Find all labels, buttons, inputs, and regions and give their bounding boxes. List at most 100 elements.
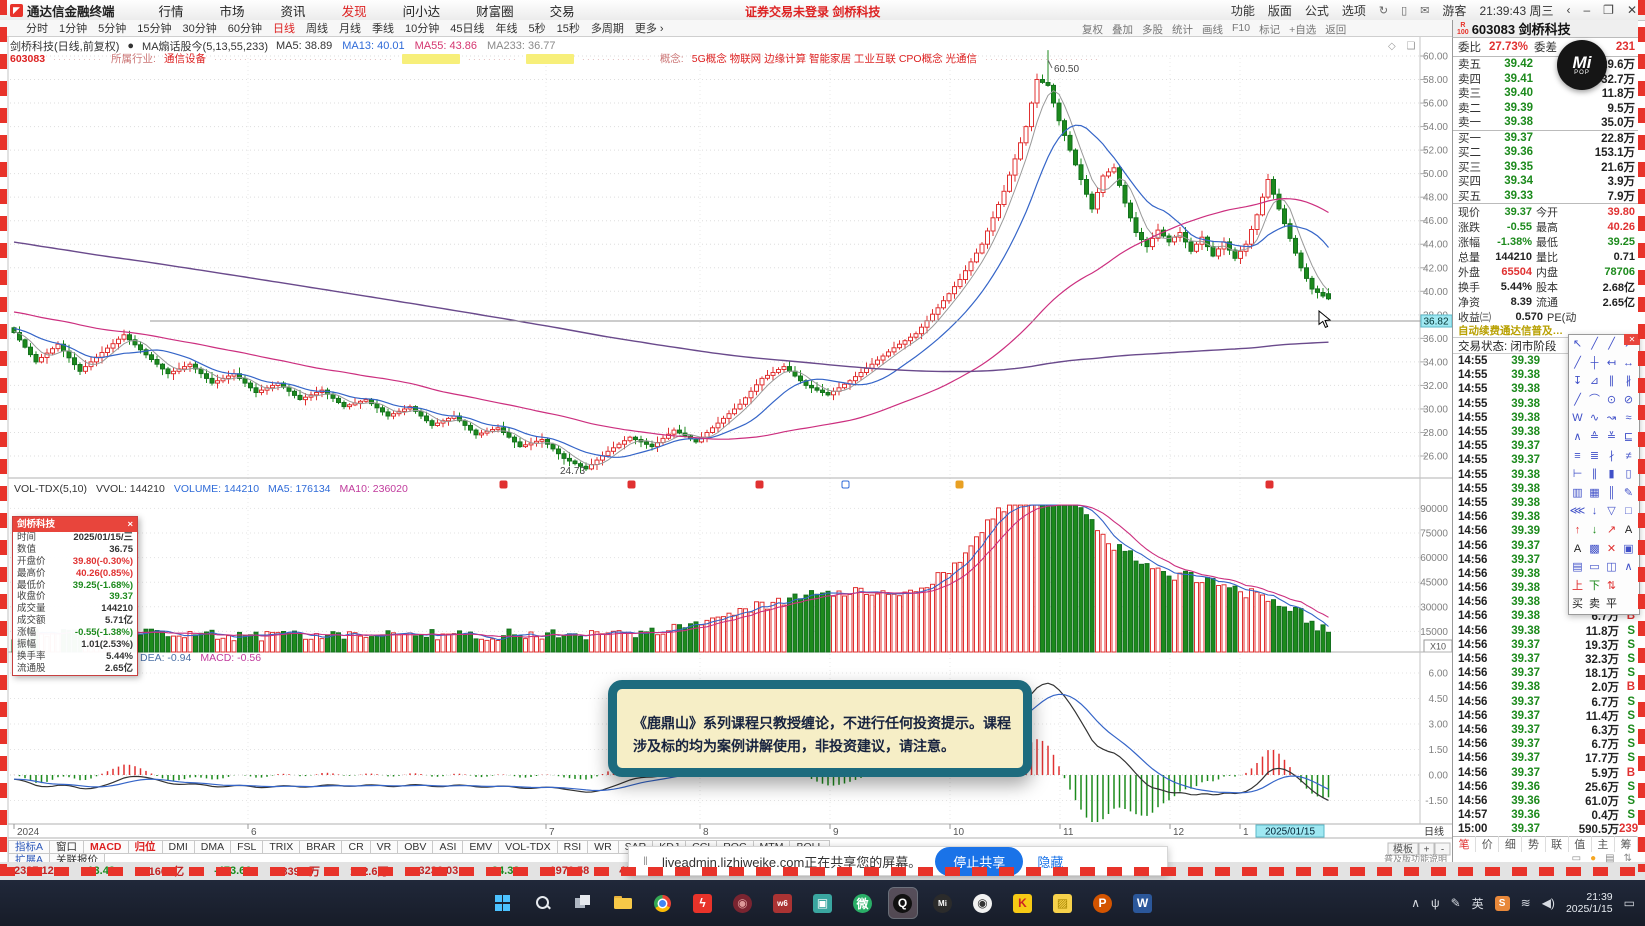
drawing-tool-icon[interactable]: ╱ [1569, 391, 1586, 410]
ask-row[interactable]: 卖四 39.41 32.7万 [1453, 72, 1638, 87]
ask-row[interactable]: 卖五 39.42 29.6万 [1453, 57, 1638, 72]
bid-row[interactable]: 买三 39.35 21.6万 [1453, 160, 1638, 175]
taskbar-icon-app-p[interactable]: P [1089, 888, 1117, 918]
taskbar-icon-app-darkred[interactable]: ◉ [729, 888, 757, 918]
drawing-tool-icon[interactable]: 卖 [1586, 595, 1603, 614]
indicator-tab-EMV[interactable]: EMV [463, 840, 500, 854]
taskbar-icon-wps[interactable]: w6 [769, 888, 797, 918]
taskbar-icon-camera[interactable]: ◉ [969, 888, 997, 918]
indicator-tab-DMI[interactable]: DMI [162, 840, 195, 854]
hide-share-link[interactable]: 隐藏 [1037, 852, 1063, 871]
drawing-tool-icon[interactable]: 上 [1569, 577, 1586, 596]
indicator-tab-DMA[interactable]: DMA [194, 840, 232, 854]
drawing-tool-icon[interactable]: ╱ [1569, 354, 1586, 373]
indicator-tab-指标A[interactable]: 指标A [8, 840, 51, 854]
drawing-tool-icon[interactable]: ↗ [1603, 521, 1620, 540]
drawing-tool-icon[interactable]: ╱ [1603, 335, 1620, 354]
drawing-tool-icon[interactable]: ╱ [1586, 335, 1603, 354]
drawing-tool-icon[interactable]: ⊢ [1569, 465, 1586, 484]
taskbar-icon-file-explorer[interactable] [609, 888, 637, 918]
taskbar-icon-chrome[interactable] [649, 888, 677, 918]
drawing-tool-icon[interactable]: ┼ [1586, 354, 1603, 373]
chart-canvas[interactable]: 60.00 58.00 56.00 54.00 52.00 50.00 48.00 46.00… [0, 0, 1645, 926]
drawing-tool-icon[interactable]: ⊙ [1603, 391, 1620, 410]
taskbar-icon-word[interactable]: W [1129, 888, 1157, 918]
indicator-tab-CR[interactable]: CR [342, 840, 371, 854]
quote-tab-主[interactable]: 主 [1592, 836, 1615, 853]
drawing-tool-icon[interactable]: ▯ [1620, 465, 1637, 484]
tray-icon-3[interactable]: 英 [1472, 895, 1484, 912]
drawing-tool-icon[interactable]: 下 [1586, 577, 1603, 596]
indicator-tab-OBV[interactable]: OBV [398, 840, 434, 854]
quote-tab-细[interactable]: 细 [1499, 836, 1523, 853]
drawing-tool-icon[interactable]: ∧ [1569, 428, 1586, 447]
drawing-tool-icon[interactable]: ∥ [1586, 465, 1603, 484]
tray-icon-0[interactable]: ∧ [1411, 896, 1420, 910]
indicator-tab-窗口[interactable]: 窗口 [50, 840, 85, 854]
drawing-tool-icon[interactable]: ≚ [1603, 428, 1620, 447]
drawing-tool-icon[interactable]: ≣ [1586, 447, 1603, 466]
quote-tab-值[interactable]: 值 [1569, 836, 1592, 853]
taskbar-icon-kk[interactable]: K [1009, 888, 1037, 918]
indicator-tab-VR[interactable]: VR [370, 840, 399, 854]
drawing-tool-icon[interactable]: ≠ [1620, 447, 1637, 466]
drawing-tool-icon[interactable]: ⊑ [1620, 428, 1637, 447]
taskbar-icon-sticky-notes[interactable]: ▨ [1049, 888, 1077, 918]
drawing-tool-icon[interactable]: A [1569, 540, 1586, 559]
drawing-tool-icon[interactable]: ║ [1603, 484, 1620, 503]
drawing-tool-icon[interactable]: ↝ [1603, 409, 1620, 428]
quote-tab-笔[interactable]: 笔 [1453, 836, 1477, 853]
quote-code-name[interactable]: 603083 剑桥科技 [1472, 19, 1571, 38]
taskbar-icon-start[interactable] [489, 888, 517, 918]
tray-icon-4[interactable]: S [1494, 895, 1510, 911]
taskbar-icon-search[interactable] [529, 888, 557, 918]
drawing-tool-icon[interactable]: ▦ [1586, 484, 1603, 503]
drawing-tool-icon[interactable]: ▭ [1586, 558, 1603, 577]
drawing-tool-icon[interactable]: ↑ [1569, 521, 1586, 540]
close-icon[interactable]: ✕ [1624, 334, 1640, 345]
drawing-tool-icon[interactable]: 买 [1569, 595, 1586, 614]
tray-icon-5[interactable]: ≋ [1521, 896, 1531, 910]
indicator-tab-WR[interactable]: WR [588, 840, 619, 854]
panel-icon-1[interactable]: ● [1590, 853, 1596, 864]
notification-icon[interactable]: ▭ [1624, 896, 1635, 910]
panel-icon-3[interactable]: ⇅ [1624, 853, 1632, 864]
drawing-tool-icon[interactable]: ≡ [1569, 447, 1586, 466]
taskbar-icon-qq[interactable]: Q [887, 887, 918, 919]
ask-row[interactable]: 卖一 39.38 35.0万 [1453, 115, 1638, 130]
drawing-tool-icon[interactable]: ↔ [1620, 354, 1637, 373]
panel-icon-2[interactable]: ▤ [1605, 853, 1614, 864]
taskbar-icon-mi-app[interactable]: Mi [929, 888, 957, 918]
drawing-tool-icon[interactable]: ▩ [1586, 540, 1603, 559]
bid-row[interactable]: 买一 39.37 22.8万 [1453, 131, 1638, 146]
drawing-tool-icon[interactable]: ▽ [1603, 502, 1620, 521]
taskbar-icon-app-teal[interactable]: ▣ [809, 888, 837, 918]
drawing-tool-icon[interactable] [1620, 595, 1637, 614]
indicator-tab-归位[interactable]: 归位 [128, 840, 163, 854]
tray-icon-1[interactable]: ψ [1431, 896, 1440, 910]
drawing-tool-icon[interactable]: ↤ [1603, 354, 1620, 373]
bid-row[interactable]: 买二 39.36 153.1万 [1453, 145, 1638, 160]
drawing-tool-icon[interactable]: ⇅ [1603, 577, 1620, 596]
drawing-tool-icon[interactable]: ↖ [1569, 335, 1586, 354]
drawing-tool-icon[interactable]: A [1620, 521, 1637, 540]
drawing-tool-icon[interactable]: ✕ [1603, 540, 1620, 559]
drawing-tool-icon[interactable]: ▮ [1603, 465, 1620, 484]
pane-corner-icons[interactable]: ◇ ❑ [1388, 41, 1419, 52]
tray-clock[interactable]: 21:39 2025/1/15 [1566, 891, 1613, 915]
stop-share-button[interactable]: 停止共享 [935, 846, 1024, 876]
drawing-tool-icon[interactable]: ↓ [1586, 502, 1603, 521]
quote-tab-联[interactable]: 联 [1546, 836, 1569, 853]
panel-icon-0[interactable]: ▭ [1572, 853, 1581, 864]
quote-tab-价[interactable]: 价 [1476, 836, 1500, 853]
drawing-tool-icon[interactable]: ⊘ [1620, 391, 1637, 410]
close-icon[interactable]: × [127, 517, 133, 532]
bid-row[interactable]: 买五 39.33 7.9万 [1453, 189, 1638, 204]
drawing-tool-icon[interactable]: □ [1620, 502, 1637, 521]
drawing-tool-icon[interactable]: ▤ [1569, 558, 1586, 577]
drawing-tool-icon[interactable]: ≈ [1620, 409, 1637, 428]
indicator-tab-ASI[interactable]: ASI [433, 840, 464, 854]
drawing-tool-icon[interactable]: W [1569, 409, 1586, 428]
drawing-tool-icon[interactable]: ≙ [1586, 428, 1603, 447]
ask-row[interactable]: 卖二 39.39 9.5万 [1453, 101, 1638, 116]
